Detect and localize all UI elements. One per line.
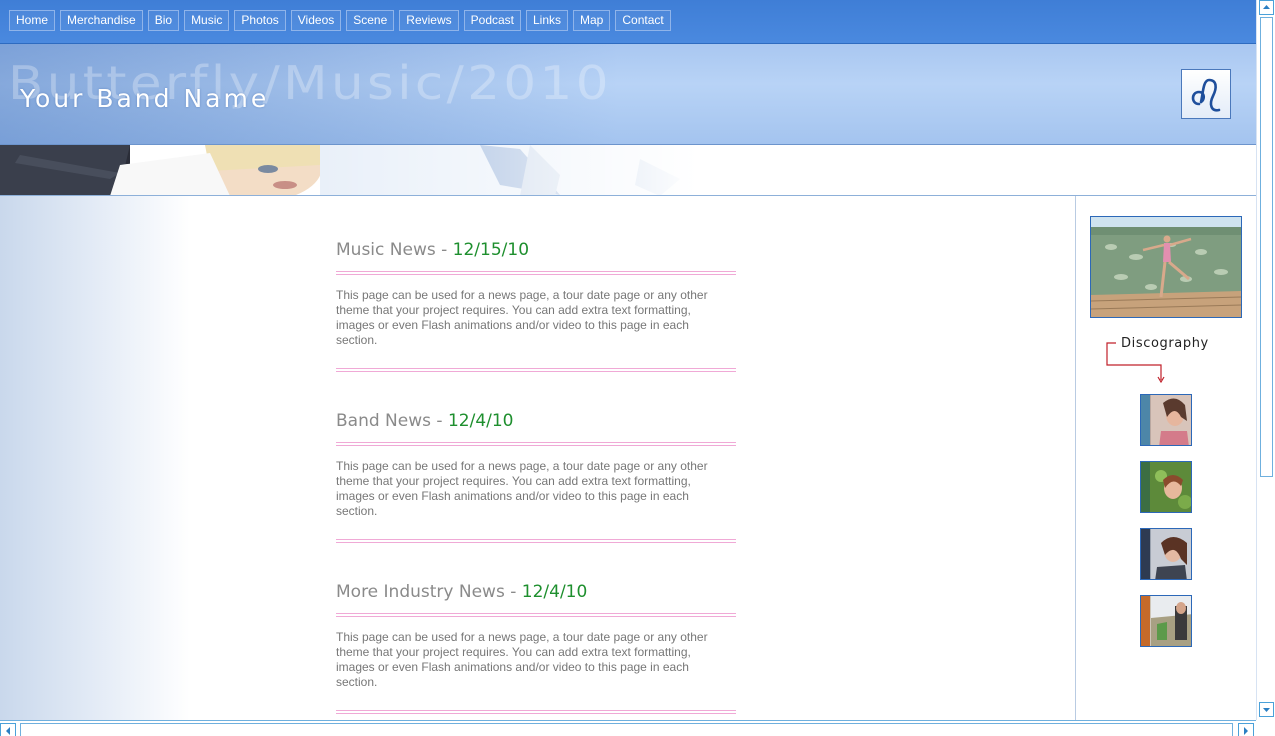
nav-bio-button[interactable]: Bio xyxy=(147,10,180,31)
album-cover-3[interactable] xyxy=(1140,528,1192,580)
news-heading-1: Music News - 12/15/10 xyxy=(336,240,736,260)
web-page: Home Merchandise Bio Music Photos Videos… xyxy=(0,0,1275,736)
scroll-left-button[interactable] xyxy=(0,723,16,736)
nav-scene-button[interactable]: Scene xyxy=(346,10,395,31)
header-photo-strip xyxy=(0,145,1256,196)
news-title: Music News xyxy=(336,240,436,260)
pink-divider xyxy=(336,271,736,275)
news-body: This page can be used for a news page, a… xyxy=(336,288,708,347)
pink-divider xyxy=(336,442,736,446)
nav-home-button[interactable]: Home xyxy=(9,10,56,31)
news-title: More Industry News xyxy=(336,582,505,602)
nav-reviews-button[interactable]: Reviews xyxy=(399,10,459,31)
featured-photo-image xyxy=(1091,217,1241,317)
nav-videos-button[interactable]: Videos xyxy=(290,10,342,31)
nav-podcast-button[interactable]: Podcast xyxy=(463,10,521,31)
pink-divider xyxy=(336,710,736,714)
horizontal-scrollbar[interactable] xyxy=(0,720,1256,736)
pink-divider xyxy=(336,613,736,617)
top-navigation-bar: Home Merchandise Bio Music Photos Videos… xyxy=(0,0,1256,44)
left-gradient-panel xyxy=(0,196,190,722)
scroll-down-button[interactable] xyxy=(1259,702,1274,717)
header-photo-image xyxy=(0,145,700,195)
album-cover-2[interactable] xyxy=(1140,461,1192,513)
album-cover-4[interactable] xyxy=(1140,595,1192,647)
album-cover-1[interactable] xyxy=(1140,394,1192,446)
nav-map-button[interactable]: Map xyxy=(573,10,611,31)
news-article-3: More Industry News - 12/4/10 This page c… xyxy=(336,582,736,714)
horizontal-scroll-thumb[interactable] xyxy=(20,723,1233,736)
scroll-up-button[interactable] xyxy=(1259,0,1274,15)
nav-merchandise-button[interactable]: Merchandise xyxy=(60,10,143,31)
leo-zodiac-icon[interactable] xyxy=(1181,69,1231,119)
news-separator: - xyxy=(504,582,522,602)
site-header: Butterfly/Music/2010 Your Band Name xyxy=(0,44,1256,145)
album-cover-image xyxy=(1141,462,1191,512)
triangle-up-icon xyxy=(1263,5,1270,9)
news-separator: - xyxy=(435,240,453,260)
nav-menu: Home Merchandise Bio Music Photos Videos… xyxy=(9,10,671,31)
pink-divider xyxy=(336,368,736,372)
news-body: This page can be used for a news page, a… xyxy=(336,459,708,518)
news-article-2: Band News - 12/4/10 This page can be use… xyxy=(336,411,736,543)
news-title: Band News xyxy=(336,411,431,431)
nav-photos-button[interactable]: Photos xyxy=(234,10,286,31)
triangle-right-icon xyxy=(1244,727,1248,735)
arrow-down-icon xyxy=(1106,342,1165,384)
news-date: 12/15/10 xyxy=(452,240,530,260)
news-body: This page can be used for a news page, a… xyxy=(336,630,708,689)
vertical-scroll-thumb[interactable] xyxy=(1260,17,1273,477)
news-heading-2: Band News - 12/4/10 xyxy=(336,411,736,431)
triangle-left-icon xyxy=(6,727,10,735)
scrollbar-corner xyxy=(1256,720,1275,736)
news-separator: - xyxy=(431,411,448,431)
band-name-heading: Your Band Name xyxy=(20,84,270,113)
album-cover-image xyxy=(1141,596,1191,646)
nav-contact-button[interactable]: Contact xyxy=(615,10,671,31)
news-heading-3: More Industry News - 12/4/10 xyxy=(336,582,736,602)
triangle-down-icon xyxy=(1263,708,1270,712)
sidebar-divider xyxy=(1075,196,1076,722)
pink-divider xyxy=(336,539,736,543)
scroll-right-button[interactable] xyxy=(1238,723,1254,736)
news-date: 12/4/10 xyxy=(447,411,514,431)
news-article-1: Music News - 12/15/10 This page can be u… xyxy=(336,240,736,372)
vertical-scrollbar[interactable] xyxy=(1256,0,1275,720)
featured-photo[interactable] xyxy=(1090,216,1242,318)
album-cover-image xyxy=(1141,529,1191,579)
nav-links-button[interactable]: Links xyxy=(526,10,569,31)
news-date: 12/4/10 xyxy=(521,582,588,602)
album-cover-image xyxy=(1141,395,1191,445)
nav-music-button[interactable]: Music xyxy=(184,10,230,31)
